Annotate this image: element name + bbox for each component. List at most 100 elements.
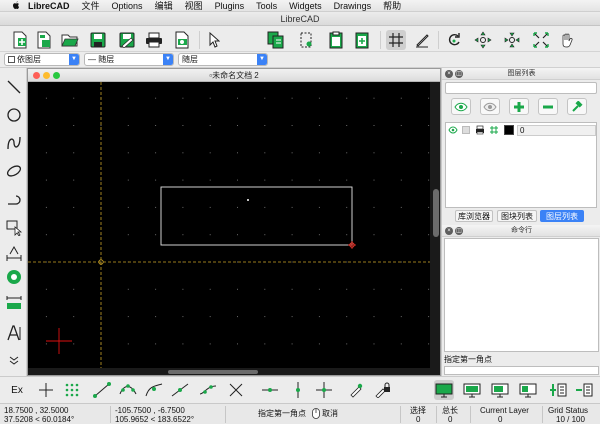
restrict-vertical-button[interactable] [288, 380, 308, 400]
measure-tool[interactable] [3, 292, 25, 314]
remove-layer-button[interactable] [538, 98, 558, 115]
paste-new-button[interactable] [352, 30, 372, 50]
zoom-pan-button[interactable] [557, 30, 577, 50]
menu-help[interactable]: 帮助 [377, 0, 407, 12]
grid-toggle-button[interactable] [386, 30, 406, 50]
zoom-out-button[interactable] [502, 30, 522, 50]
edit-layer-button[interactable] [567, 98, 587, 115]
copy-button[interactable] [266, 30, 286, 50]
new-file-button[interactable] [10, 30, 30, 50]
layer-construction-icon[interactable] [489, 125, 499, 135]
tab-block-list[interactable]: 图块列表 [497, 210, 537, 222]
cut-button[interactable] [296, 30, 316, 50]
snap-grid-button[interactable] [62, 380, 82, 400]
layer-row[interactable]: 0 [446, 125, 596, 136]
redraw-button[interactable] [444, 30, 464, 50]
polyline-tool[interactable] [3, 188, 25, 210]
menu-app-name[interactable]: LibreCAD [22, 0, 76, 12]
menu-tools[interactable]: Tools [250, 0, 283, 12]
menu-drawings[interactable]: Drawings [328, 0, 378, 12]
layer-list: 0 [445, 122, 597, 208]
paste-button[interactable] [326, 30, 346, 50]
zoom-in-button[interactable] [473, 30, 493, 50]
text-tool[interactable] [3, 322, 25, 344]
menu-options[interactable]: Options [106, 0, 149, 12]
ellipse-tool[interactable] [3, 160, 25, 182]
line-width-select[interactable]: 随层 ▼ [178, 53, 268, 66]
spline-tool[interactable] [3, 132, 25, 154]
show-all-layers-button[interactable] [451, 98, 471, 115]
paste-plus-icon [355, 32, 369, 49]
save-as-button[interactable] [117, 30, 137, 50]
current-layer-value: 0 [498, 415, 503, 424]
menu-view[interactable]: 视图 [179, 0, 209, 12]
lock-relative-zero-button[interactable] [372, 380, 392, 400]
line-type-select[interactable]: — 随层 ▼ [84, 53, 174, 66]
snap-free-button[interactable] [36, 380, 56, 400]
maximize-window-icon[interactable] [53, 72, 60, 79]
zoom-auto-button[interactable] [531, 30, 551, 50]
view-screen-button-2[interactable] [462, 380, 482, 400]
close-panel-icon[interactable]: × [445, 70, 453, 78]
view-screen-button-3[interactable] [490, 380, 510, 400]
set-relative-zero-button[interactable] [346, 380, 366, 400]
more-tools-toggle[interactable] [3, 350, 25, 372]
draft-mode-button[interactable] [412, 30, 432, 50]
dimension-tool[interactable] [3, 242, 25, 264]
color-select-value: 依图层 [17, 55, 41, 64]
float-panel-icon[interactable]: ◫ [455, 70, 463, 78]
menu-edit[interactable]: 编辑 [149, 0, 179, 12]
menu-file[interactable]: 文件 [76, 0, 106, 12]
open-file-button[interactable] [60, 30, 80, 50]
save-button[interactable] [88, 30, 108, 50]
tab-library-browser[interactable]: 库浏览器 [455, 210, 493, 222]
snap-intersection-button[interactable] [226, 380, 246, 400]
print-button[interactable] [144, 30, 164, 50]
circle-tool[interactable] [3, 104, 25, 126]
tab-layer-list[interactable]: 图层列表 [540, 210, 584, 222]
snap-on-entity-button[interactable] [118, 380, 138, 400]
restrict-horizontal-button[interactable] [260, 380, 280, 400]
close-panel-icon[interactable]: × [445, 227, 453, 235]
layer-filter-input[interactable] [445, 82, 597, 94]
layer-print-icon[interactable] [475, 125, 485, 135]
color-select[interactable]: 依图层 ▼ [4, 53, 80, 66]
layer-list-header: × ◫ 图层列表 [442, 68, 600, 80]
apple-icon[interactable] [10, 1, 22, 10]
command-history [444, 238, 599, 352]
modify-tool[interactable] [3, 266, 25, 288]
minimize-window-icon[interactable] [43, 72, 50, 79]
menu-widgets[interactable]: Widgets [283, 0, 328, 12]
close-window-icon[interactable] [33, 72, 40, 79]
hide-all-layers-button[interactable] [480, 98, 500, 115]
add-block-button[interactable] [548, 380, 568, 400]
command-input[interactable] [444, 366, 599, 375]
layer-color-swatch[interactable] [504, 125, 514, 135]
print-preview-button[interactable] [172, 30, 192, 50]
restrict-orthogonal-button[interactable] [314, 380, 334, 400]
drawing-canvas[interactable] [28, 82, 430, 370]
float-panel-icon[interactable]: ◫ [455, 227, 463, 235]
line-tool[interactable] [3, 76, 25, 98]
view-screen-button-1[interactable] [434, 380, 454, 400]
view-screen-button-4[interactable] [518, 380, 538, 400]
snap-distance-button[interactable] [198, 380, 218, 400]
copy-icon [267, 31, 284, 49]
menu-plugins[interactable]: Plugins [209, 0, 251, 12]
snap-endpoint-button[interactable] [92, 380, 112, 400]
remove-block-button[interactable] [574, 380, 594, 400]
layer-lock-icon[interactable] [462, 126, 470, 134]
tool-palette [0, 68, 27, 376]
redraw-icon [448, 33, 460, 46]
select-pointer-button[interactable] [204, 30, 224, 50]
snap-center-button[interactable] [144, 380, 164, 400]
relative-coordinate: -105.7500 , -6.7500 [115, 406, 185, 415]
horizontal-scroll-thumb[interactable] [168, 370, 258, 374]
add-layer-button[interactable] [509, 98, 529, 115]
snap-middle-button[interactable] [170, 380, 190, 400]
select-tool[interactable] [3, 216, 25, 238]
exclusive-snap-button[interactable]: Ex [6, 380, 28, 400]
layer-visible-eye-icon[interactable] [448, 126, 458, 134]
new-template-button[interactable] [34, 30, 54, 50]
vertical-scroll-thumb[interactable] [433, 189, 439, 237]
